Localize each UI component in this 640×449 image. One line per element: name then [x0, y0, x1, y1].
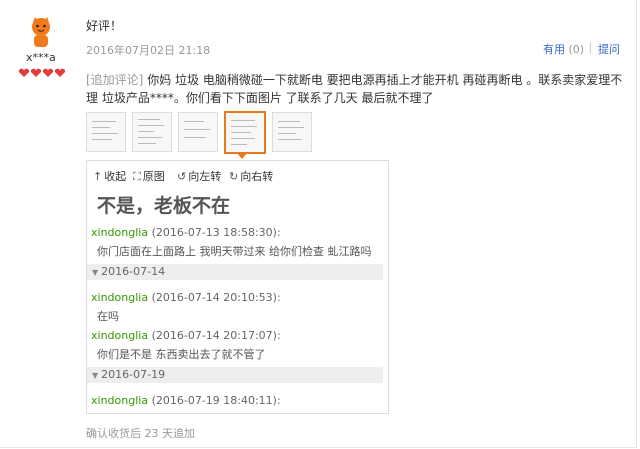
review-text: 好评！: [86, 19, 123, 33]
chat-screenshot: 不是，老板不在 xindonglia (2016-07-13 18:58:30)…: [87, 189, 388, 413]
useful-button[interactable]: 有用 (0): [543, 41, 584, 57]
photo-thumbnail[interactable]: [272, 112, 312, 152]
divider: [590, 42, 591, 54]
chat-message-header: xindonglia (2016-07-14 20:10:53):: [91, 291, 281, 304]
collapse-triangle-icon: ▼: [92, 268, 99, 277]
chat-sender: xindonglia: [91, 226, 149, 239]
chat-time: (2016-07-13 18:58:30):: [151, 226, 281, 239]
chat-message-body: 在吗: [97, 310, 119, 323]
chat-date-header: ▼ 2016-07-14: [87, 264, 383, 280]
photo-thumbnail-selected[interactable]: [224, 111, 266, 154]
rank-hearts-icon: [18, 67, 66, 77]
chat-time: (2016-07-19 18:40:11):: [151, 394, 281, 407]
avatar[interactable]: [24, 14, 58, 48]
additional-review-text: 你妈 垃圾 电脑稍微碰一下就断电 要把电源再插上才能开机 再碰再断电 。联系卖家…: [86, 73, 623, 105]
photo-thumbnail[interactable]: [132, 112, 172, 152]
chat-big-text: 不是，老板不在: [97, 195, 231, 217]
rotate-left-icon: ↺: [177, 170, 187, 183]
chat-message-header: xindonglia (2016-07-19 18:40:11):: [91, 394, 281, 407]
useful-label: 有用: [543, 43, 565, 56]
username: x***a: [26, 51, 56, 64]
chat-sender: xindonglia: [91, 394, 149, 407]
photo-thumbnail[interactable]: [178, 112, 218, 152]
chat-message-body: 你们是不是 东西卖出去了就不管了: [97, 348, 266, 361]
chat-sender: xindonglia: [91, 291, 149, 304]
append-note: 确认收货后 23 天追加: [86, 427, 195, 440]
expand-icon: ⛶: [133, 170, 141, 183]
collapse-triangle-icon: ▼: [92, 371, 99, 380]
original-image-button[interactable]: ⛶ 原图: [133, 168, 165, 184]
chat-date-label: 2016-07-19: [101, 368, 166, 381]
review-date: 2016年07月02日 21:18: [86, 44, 211, 57]
additional-review: [追加评论] 你妈 垃圾 电脑稍微碰一下就断电 要把电源再插上才能开机 再碰再断…: [86, 71, 626, 107]
additional-review-tag: [追加评论]: [86, 73, 144, 87]
photo-thumbnail[interactable]: [86, 112, 126, 152]
rotate-right-label: 向右转: [240, 170, 274, 183]
rotate-right-icon: ↻: [229, 170, 239, 183]
selected-caret-icon: [237, 153, 247, 159]
chat-date-label: 2016-07-14: [101, 265, 166, 278]
original-image-label: 原图: [142, 170, 165, 183]
collapse-label: 收起: [104, 170, 127, 183]
chat-message-header: xindonglia (2016-07-13 18:58:30):: [91, 226, 281, 239]
chat-time: (2016-07-14 20:17:07):: [151, 329, 281, 342]
chat-time: (2016-07-14 20:10:53):: [151, 291, 281, 304]
ask-button[interactable]: 提问: [598, 41, 620, 57]
collapse-button[interactable]: ↑ 收起: [93, 168, 126, 184]
chat-date-header: ▼ 2016-07-19: [87, 367, 383, 383]
rotate-left-label: 向左转: [188, 170, 222, 183]
chat-message-header: xindonglia (2016-07-14 20:17:07):: [91, 329, 281, 342]
chat-sender: xindonglia: [91, 329, 149, 342]
chat-message-body: 你门店面在上面路上 我明天带过来 给你们检查 虬江路吗: [97, 245, 372, 258]
rotate-left-button[interactable]: ↺ 向左转: [177, 168, 221, 184]
avatar-icon: [32, 17, 50, 47]
useful-count: (0): [568, 43, 585, 56]
rotate-right-button[interactable]: ↻ 向右转: [229, 168, 273, 184]
collapse-arrow-icon: ↑: [93, 170, 103, 183]
photo-viewer: ↑ 收起 ⛶ 原图 ↺ 向左转 ↻ 向右转 不是，老板不在 xindonglia (20…: [86, 160, 389, 414]
